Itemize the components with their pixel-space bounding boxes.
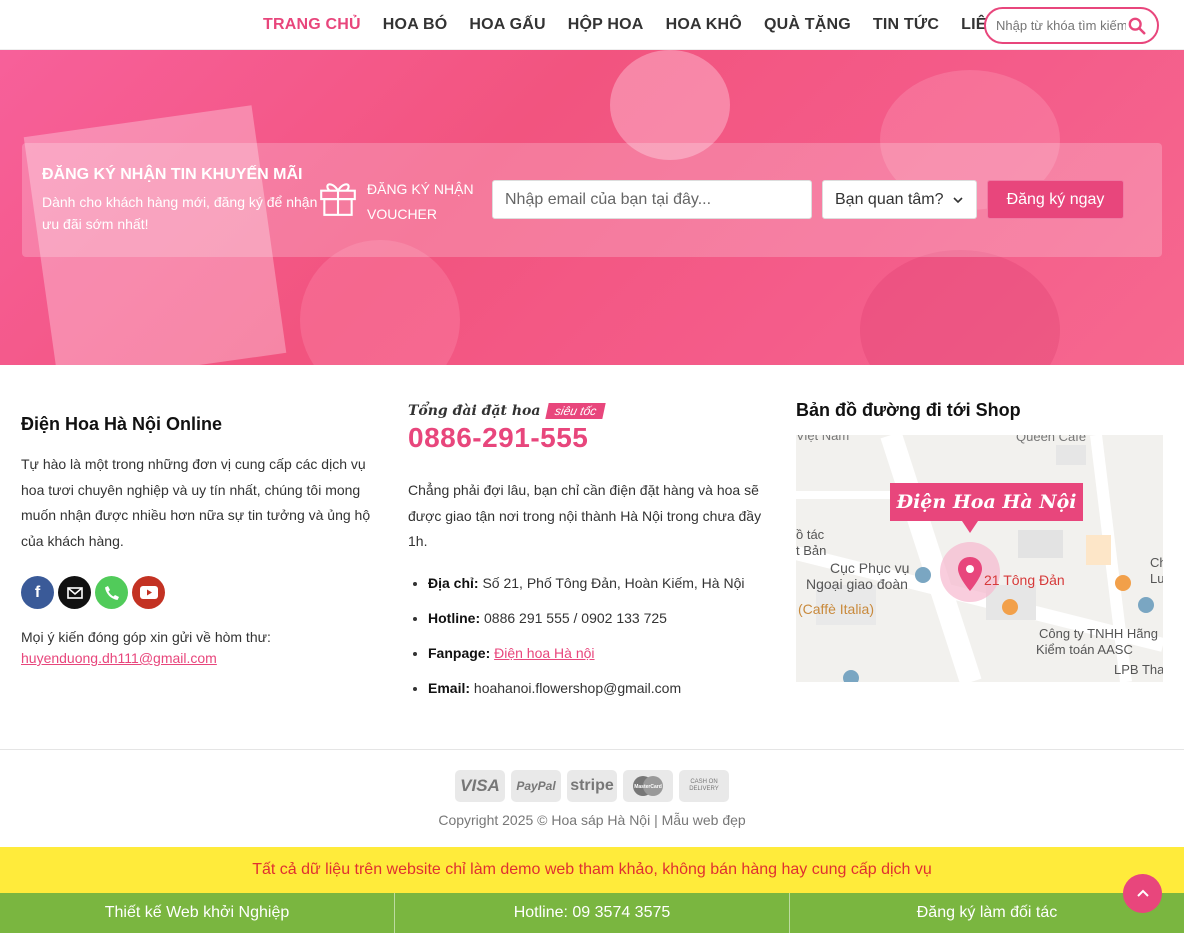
nav-tin-tuc[interactable]: TIN TỨC: [862, 16, 950, 34]
facebook-icon[interactable]: f: [21, 576, 54, 609]
about-title: Điện Hoa Hà Nội Online: [21, 414, 223, 434]
social-links: f: [21, 576, 381, 609]
signup-description: Dành cho khách hàng mới, đăng ký để nhận…: [42, 194, 318, 232]
stripe-icon: stripe: [567, 770, 617, 802]
map-canvas: Việt Nam Queen Cafe ồ tác t Bản Cục Phục…: [796, 435, 1163, 682]
demo-notice: Tất cả dữ liệu trên website chỉ làm demo…: [0, 847, 1184, 893]
email-label: Email:: [428, 679, 471, 696]
contact-column: Tổng đài đặt hoa siêu tốc 0886-291-555 C…: [408, 402, 778, 713]
shop-map[interactable]: Việt Nam Queen Cafe ồ tác t Bản Cục Phục…: [796, 435, 1163, 682]
address-value: Số 21, Phố Tông Đản, Hoàn Kiếm, Hà Nội: [482, 574, 745, 591]
address-label: Địa chỉ:: [428, 574, 479, 591]
search-input[interactable]: [996, 18, 1126, 33]
phone-icon[interactable]: [95, 576, 128, 609]
map-pin-pointer: [962, 521, 978, 533]
signup-title: ĐĂNG KÝ NHẬN TIN KHUYẾN MÃI: [42, 166, 303, 183]
map-label: Queen Cafe: [1016, 435, 1086, 444]
nav-hoa-bo[interactable]: HOA BÓ: [372, 16, 459, 34]
nav-home[interactable]: TRANG CHỦ: [252, 16, 372, 34]
voucher-label: ĐĂNG KÝ NHẬN VOUCHER: [367, 181, 474, 222]
fanpage-link[interactable]: Điện hoa Hà nội: [494, 645, 594, 661]
hotline-logo: Tổng đài đặt hoa siêu tốc 0886-291-555: [408, 402, 778, 454]
map-label: Ch: [1150, 555, 1163, 570]
hero-decoration: [860, 250, 1060, 365]
email-field[interactable]: Nhập email của bạn tại đây...: [492, 180, 812, 219]
subscribe-button[interactable]: Đăng ký ngay: [987, 180, 1124, 219]
bottom-link-hotline[interactable]: Hotline: 09 3574 3575: [395, 893, 790, 933]
map-label: Kiểm toán AASC: [1036, 642, 1133, 657]
hero-decoration: [300, 240, 460, 365]
back-to-top-button[interactable]: [1123, 874, 1162, 913]
contact-list: Địa chỉ: Số 21, Phố Tông Đản, Hoàn Kiếm,…: [408, 573, 778, 698]
map-title: Bản đồ đường đi tới Shop: [796, 400, 1021, 420]
map-label: t Bản: [796, 543, 826, 558]
interest-select-value: Bạn quan tâm?: [835, 190, 944, 208]
map-pin-text: Điện Hoa Hà Nội: [896, 491, 1077, 513]
chevron-up-icon: [1136, 889, 1149, 897]
search-box: [984, 7, 1159, 44]
youtube-icon[interactable]: [132, 576, 165, 609]
contact-email: Email: hoahanoi.flowershop@gmail.com: [428, 678, 778, 698]
map-label: Việt Nam: [796, 435, 849, 443]
contact-hotline: Hotline: 0886 291 555 / 0902 133 725: [428, 608, 778, 628]
nav-hoa-gau[interactable]: HOA GẤU: [458, 16, 556, 34]
map-label: ồ tác: [796, 527, 825, 542]
hotline-tag: siêu tốc: [545, 403, 606, 419]
hotline-label: Hotline:: [428, 609, 481, 626]
nav-qua-tang[interactable]: QUÀ TẶNG: [753, 16, 862, 34]
nav-hoa-kho[interactable]: HOA KHÔ: [655, 16, 753, 34]
hotline-number: 0886-291-555: [408, 422, 589, 453]
map-label: (Caffè Italia): [798, 601, 874, 617]
feedback-text: Mọi ý kiến đóng góp xin gửi về hòm thư:: [21, 629, 271, 645]
map-label: Lu: [1150, 571, 1163, 586]
mastercard-icon: MasterCard: [623, 770, 673, 802]
visa-icon: VISA: [455, 770, 505, 802]
interest-select[interactable]: Bạn quan tâm?: [822, 180, 977, 219]
header: TRANG CHỦ HOA BÓ HOA GẤU HỘP HOA HOA KHÔ…: [0, 0, 1184, 50]
main-nav: TRANG CHỦ HOA BÓ HOA GẤU HỘP HOA HOA KHÔ…: [252, 0, 1037, 50]
email-value: hoahanoi.flowershop@gmail.com: [473, 679, 682, 696]
mastercard-text: MasterCard: [634, 784, 662, 790]
footer-divider: [0, 749, 1184, 750]
chevron-down-icon: [953, 196, 963, 203]
payment-icons: VISA PayPal stripe MasterCard CASH ON DE…: [455, 770, 729, 802]
nav-hop-hoa[interactable]: HỘP HOA: [557, 16, 655, 34]
map-label: Cục Phục vụ: [830, 560, 909, 576]
map-label: LPB Tha: [1114, 662, 1163, 677]
about-text: Tự hào là một trong những đơn vị cung cấ…: [21, 456, 371, 549]
fanpage-label: Fanpage:: [428, 644, 491, 661]
map-label: Công ty TNHH Hãng: [1039, 626, 1158, 641]
hotline-small-text: Tổng đài đặt hoa: [408, 403, 541, 419]
bottom-link-web-design[interactable]: Thiết kế Web khởi Nghiệp: [0, 893, 395, 933]
email-icon[interactable]: [58, 576, 91, 609]
gift-icon: [320, 183, 356, 216]
bottom-bar: Thiết kế Web khởi Nghiệp Hotline: 09 357…: [0, 893, 1184, 933]
search-icon[interactable]: [1128, 17, 1146, 35]
map-street-label: 21 Tông Đản: [984, 572, 1065, 588]
newsletter-signup: ĐĂNG KÝ NHẬN TIN KHUYẾN MÃI Dành cho khá…: [22, 143, 1162, 257]
hero-banner: ĐĂNG KÝ NHẬN TIN KHUYẾN MÃI Dành cho khá…: [0, 50, 1184, 365]
copyright: Copyright 2025 © Hoa sáp Hà Nội | Mẫu we…: [438, 812, 746, 828]
cash-on-delivery-icon: CASH ON DELIVERY: [679, 770, 729, 802]
map-label: Ngoại giao đoàn: [806, 576, 908, 592]
map-column: Bản đồ đường đi tới Shop Việt Nam Queen …: [796, 400, 1163, 682]
contact-fanpage: Fanpage: Điện hoa Hà nội: [428, 643, 778, 663]
map-pin-label: Điện Hoa Hà Nội: [890, 483, 1083, 521]
contact-intro: Chẳng phải đợi lâu, bạn chỉ cần điện đặt…: [408, 482, 762, 549]
paypal-icon: PayPal: [511, 770, 561, 802]
about-column: Điện Hoa Hà Nội Online Tự hào là một tro…: [21, 414, 381, 668]
contact-address: Địa chỉ: Số 21, Phố Tông Đản, Hoàn Kiếm,…: [428, 573, 778, 593]
hotline-value: 0886 291 555 / 0902 133 725: [484, 609, 667, 626]
feedback-email-link[interactable]: huyenduong.dh111@gmail.com: [21, 650, 217, 666]
